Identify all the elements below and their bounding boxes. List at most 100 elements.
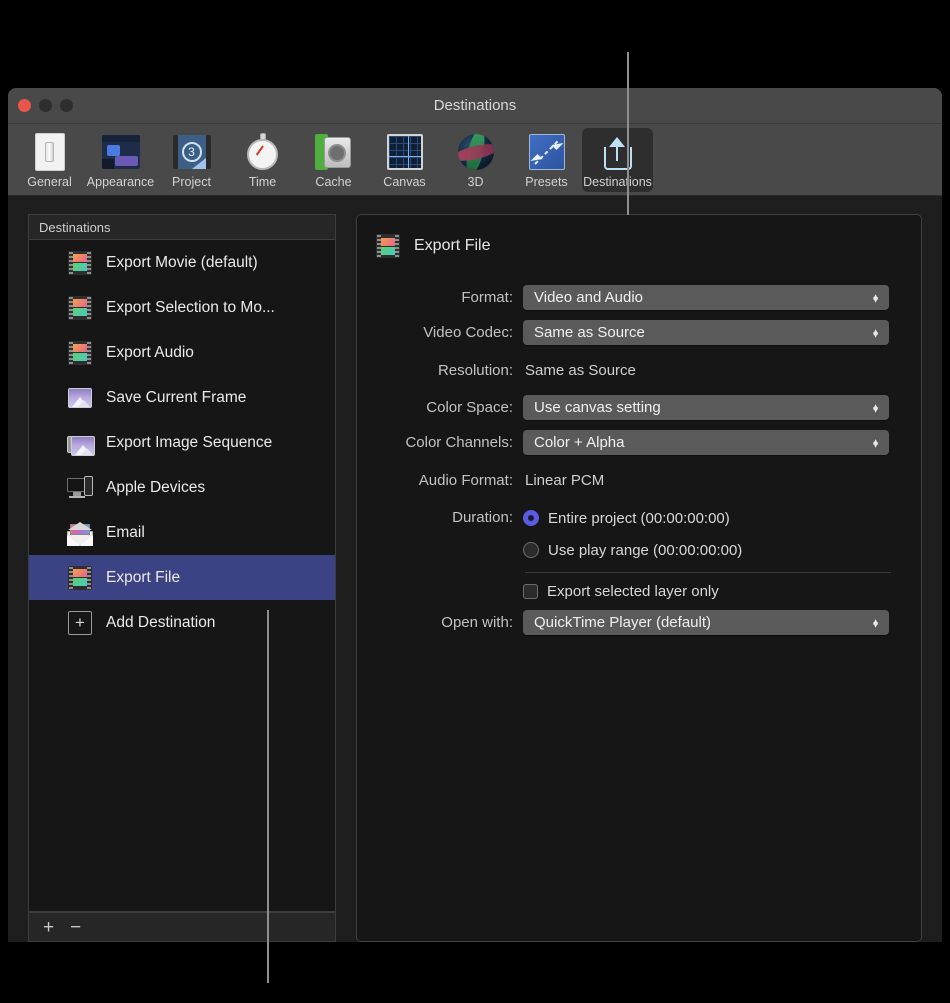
canvas-grid-icon [385,132,425,172]
list-item-export-file[interactable]: Export File [29,555,335,600]
toolbar-item-general[interactable]: General [14,128,85,192]
toolbar-label-3d: 3D [468,175,484,189]
sphere-icon [456,132,496,172]
radio-entire-project[interactable] [523,510,539,526]
photo-stack-icon [67,430,93,456]
chevron-updown-icon: ▲▼ [871,331,880,334]
color-space-value: Use canvas setting [534,399,661,416]
field-row-audio-format: Audio Format: Linear PCM [375,465,897,495]
toolbar-item-time[interactable]: Time [227,128,298,192]
radio-use-play-range[interactable] [523,542,539,558]
destinations-sidebar: Destinations Export Movie (default) Expo… [28,214,336,942]
plus-box-icon: + [67,610,93,636]
open-with-value: QuickTime Player (default) [534,614,711,631]
toolbar-item-cache[interactable]: Cache [298,128,369,192]
open-with-label: Open with: [375,614,523,631]
window-body: Destinations Export Movie (default) Expo… [8,196,942,942]
audio-format-label: Audio Format: [375,472,523,489]
toolbar-label-cache: Cache [315,175,351,189]
devices-icon [67,475,93,501]
appearance-icon [101,132,141,172]
duration-option-label: Use play range (00:00:00:00) [548,542,742,559]
cache-drive-icon [314,132,354,172]
chevron-updown-icon: ▲▼ [871,621,880,624]
video-codec-popup[interactable]: Same as Source ▲▼ [523,320,889,345]
toolbar-label-general: General [27,175,71,189]
photo-icon [67,385,93,411]
detail-header: Export File [375,233,897,259]
resolution-value: Same as Source [523,362,897,379]
format-value: Video and Audio [534,289,643,306]
format-popup[interactable]: Video and Audio ▲▼ [523,285,889,310]
list-item-label: Export File [106,569,180,587]
destinations-list: Export Movie (default) Export Selection … [28,240,336,912]
envelope-icon [67,520,93,546]
duration-option-play-range[interactable]: Use play range (00:00:00:00) [523,537,897,563]
format-label: Format: [375,289,523,306]
field-row-color-channels: Color Channels: Color + Alpha ▲▼ [375,430,897,455]
sidebar-header: Destinations [28,214,336,240]
list-item-save-current-frame[interactable]: Save Current Frame [29,375,335,420]
list-item-label: Apple Devices [106,479,205,497]
list-item-label: Export Selection to Mo... [106,299,275,317]
video-codec-value: Same as Source [534,324,645,341]
add-destination-button[interactable]: + [43,918,54,937]
toolbar-item-destinations[interactable]: Destinations [582,128,653,192]
color-space-popup[interactable]: Use canvas setting ▲▼ [523,395,889,420]
open-with-popup[interactable]: QuickTime Player (default) ▲▼ [523,610,889,635]
filmstrip-icon [67,565,93,591]
filmstrip-icon [67,340,93,366]
chevron-updown-icon: ▲▼ [871,406,880,409]
toolbar-item-appearance[interactable]: Appearance [85,128,156,192]
preferences-window: Destinations General Appearance 3 Projec… [8,88,942,942]
toolbar-item-project[interactable]: 3 Project [156,128,227,192]
field-row-resolution: Resolution: Same as Source [375,355,897,385]
window-title: Destinations [8,97,942,114]
audio-format-value: Linear PCM [523,472,897,489]
chevron-updown-icon: ▲▼ [871,296,880,299]
video-codec-label: Video Codec: [375,324,523,341]
color-channels-popup[interactable]: Color + Alpha ▲▼ [523,430,889,455]
toolbar-label-presets: Presets [525,175,567,189]
preferences-toolbar: General Appearance 3 Project Time [8,124,942,196]
remove-destination-button[interactable]: − [70,918,81,937]
destination-detail-pane: Export File Format: Video and Audio ▲▼ V… [356,214,922,942]
toolbar-item-presets[interactable]: Presets [511,128,582,192]
list-item-export-audio[interactable]: Export Audio [29,330,335,375]
list-item-apple-devices[interactable]: Apple Devices [29,465,335,510]
toolbar-label-project: Project [172,175,211,189]
toolbar-label-canvas: Canvas [383,175,425,189]
field-row-duration: Duration: Entire project (00:00:00:00) U… [375,505,897,563]
list-item-export-movie[interactable]: Export Movie (default) [29,240,335,285]
color-channels-value: Color + Alpha [534,434,624,451]
filmstrip-icon [67,250,93,276]
list-item-add-destination[interactable]: + Add Destination [29,600,335,645]
color-channels-label: Color Channels: [375,434,523,451]
list-item-email[interactable]: Email [29,510,335,555]
list-item-label: Email [106,524,145,542]
chevron-updown-icon: ▲▼ [871,441,880,444]
toolbar-label-destinations: Destinations [583,175,652,189]
list-item-export-selection[interactable]: Export Selection to Mo... [29,285,335,330]
list-item-label: Add Destination [106,614,215,632]
resolution-label: Resolution: [375,362,523,379]
checkbox-export-selected-layer[interactable] [523,584,538,599]
export-selected-layer-option[interactable]: Export selected layer only [523,583,897,600]
project-filmstrip-icon: 3 [172,132,212,172]
field-row-export-selected-layer: Export selected layer only [375,583,897,600]
list-item-label: Export Audio [106,344,194,362]
field-row-open-with: Open with: QuickTime Player (default) ▲▼ [375,610,897,635]
list-item-label: Export Image Sequence [106,434,272,452]
share-export-icon [598,132,638,172]
field-row-format: Format: Video and Audio ▲▼ [375,285,897,310]
detail-title: Export File [414,237,490,255]
duration-option-entire-project[interactable]: Entire project (00:00:00:00) [523,505,897,531]
toolbar-item-3d[interactable]: 3D [440,128,511,192]
list-item-label: Export Movie (default) [106,254,258,272]
list-item-export-image-sequence[interactable]: Export Image Sequence [29,420,335,465]
switch-icon [30,132,70,172]
toolbar-label-appearance: Appearance [87,175,154,189]
toolbar-item-canvas[interactable]: Canvas [369,128,440,192]
stopwatch-icon [243,132,283,172]
callout-line-sidebar [267,610,269,983]
